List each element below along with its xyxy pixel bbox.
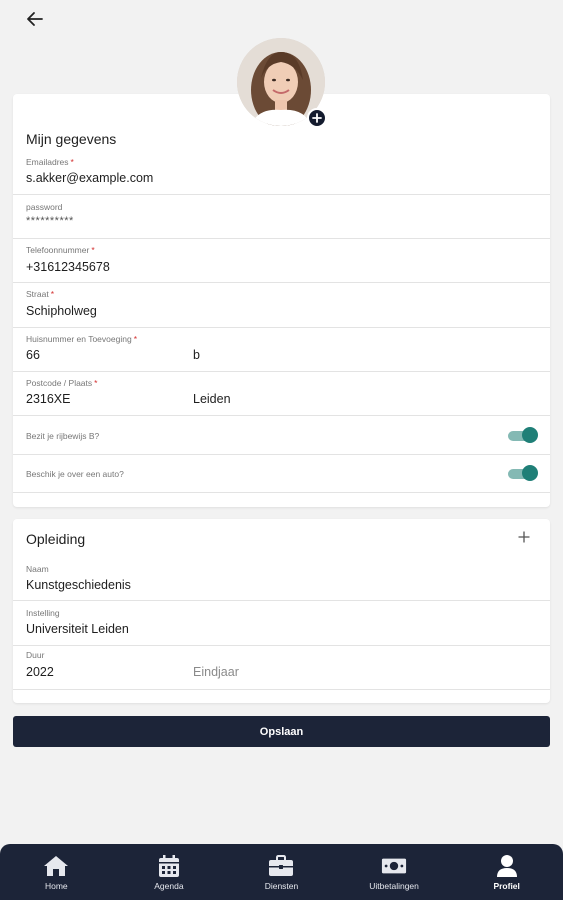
- license-row: Bezit je rijbewijs B?: [13, 416, 550, 455]
- car-row: Beschik je over een auto?: [13, 455, 550, 493]
- calendar-icon: [156, 853, 182, 879]
- plus-icon: [312, 113, 322, 123]
- nav-profiel-label: Profiel: [493, 881, 520, 891]
- education-name-field[interactable]: Naam Kunstgeschiedenis: [13, 557, 550, 601]
- house-number-field[interactable]: Huisnummer en Toevoeging * 66 b: [13, 328, 550, 372]
- profile-photo[interactable]: [237, 38, 327, 128]
- end-year-input[interactable]: Eindjaar: [193, 665, 239, 679]
- money-icon: [381, 853, 407, 879]
- institution-value: Universiteit Leiden: [26, 622, 129, 636]
- nav-home-label: Home: [44, 881, 68, 891]
- required-marker: *: [50, 289, 54, 299]
- add-education-button[interactable]: [518, 529, 530, 545]
- email-field[interactable]: Emailadres * s.akker@example.com: [13, 150, 550, 195]
- house-suffix-value[interactable]: b: [193, 348, 200, 362]
- start-year-value: 2022: [26, 665, 54, 679]
- personal-details-card: Mijn gegevens Emailadres * s.akker@exampl…: [13, 94, 550, 507]
- postal-label: Postcode / Plaats: [26, 378, 93, 388]
- institution-label: Instelling: [26, 608, 60, 618]
- password-label: password: [26, 202, 63, 212]
- phone-field[interactable]: Telefoonnummer * +31612345678: [13, 239, 550, 283]
- nav-diensten[interactable]: Diensten: [225, 844, 338, 900]
- period-label: Duur: [26, 650, 45, 660]
- nav-agenda-label: Agenda: [154, 881, 184, 891]
- period-field[interactable]: Duur 2022 Eindjaar: [13, 646, 550, 690]
- house-number-value: 66: [26, 348, 40, 362]
- briefcase-icon: [268, 853, 294, 879]
- nav-agenda[interactable]: Agenda: [113, 844, 226, 900]
- nav-home[interactable]: Home: [0, 844, 113, 900]
- license-toggle[interactable]: [508, 427, 538, 443]
- arrow-left-icon: [27, 12, 43, 26]
- add-photo-button[interactable]: [307, 108, 327, 128]
- institution-field[interactable]: Instelling Universiteit Leiden: [13, 601, 550, 646]
- personal-details-title: Mijn gegevens: [26, 131, 117, 147]
- user-icon: [494, 853, 520, 879]
- phone-value: +31612345678: [26, 260, 110, 274]
- save-button[interactable]: Opslaan: [13, 716, 550, 747]
- car-label: Beschik je over een auto?: [26, 469, 124, 479]
- street-label: Straat: [26, 289, 49, 299]
- nav-uitbetalingen[interactable]: Uitbetalingen: [338, 844, 451, 900]
- back-button[interactable]: [22, 8, 48, 30]
- license-label: Bezit je rijbewijs B?: [26, 431, 100, 441]
- street-value: Schipholweg: [26, 304, 97, 318]
- email-value: s.akker@example.com: [26, 171, 154, 185]
- required-marker: *: [70, 157, 74, 167]
- plus-icon: [518, 531, 530, 543]
- email-label: Emailadres: [26, 157, 69, 167]
- postal-code-value: 2316XE: [26, 392, 71, 406]
- required-marker: *: [133, 334, 137, 344]
- bottom-navigation: Home Agenda Diensten Uitbetalingen Profi…: [0, 844, 563, 900]
- nav-profiel[interactable]: Profiel: [450, 844, 563, 900]
- education-name-value: Kunstgeschiedenis: [26, 578, 131, 592]
- education-card: Opleiding Naam Kunstgeschiedenis Instell…: [13, 519, 550, 703]
- postal-city-field[interactable]: Postcode / Plaats * 2316XE Leiden: [13, 372, 550, 416]
- password-field[interactable]: password **********: [13, 195, 550, 239]
- required-marker: *: [94, 378, 98, 388]
- password-value: **********: [26, 215, 74, 227]
- car-toggle[interactable]: [508, 465, 538, 481]
- home-icon: [43, 853, 69, 879]
- required-marker: *: [91, 245, 95, 255]
- nav-diensten-label: Diensten: [264, 881, 299, 891]
- street-field[interactable]: Straat * Schipholweg: [13, 283, 550, 328]
- education-title: Opleiding: [26, 531, 86, 547]
- city-value[interactable]: Leiden: [193, 392, 231, 406]
- nav-uitbetalingen-label: Uitbetalingen: [369, 881, 419, 891]
- phone-label: Telefoonnummer: [26, 245, 90, 255]
- house-number-label: Huisnummer en Toevoeging: [26, 334, 132, 344]
- education-name-label: Naam: [26, 564, 49, 574]
